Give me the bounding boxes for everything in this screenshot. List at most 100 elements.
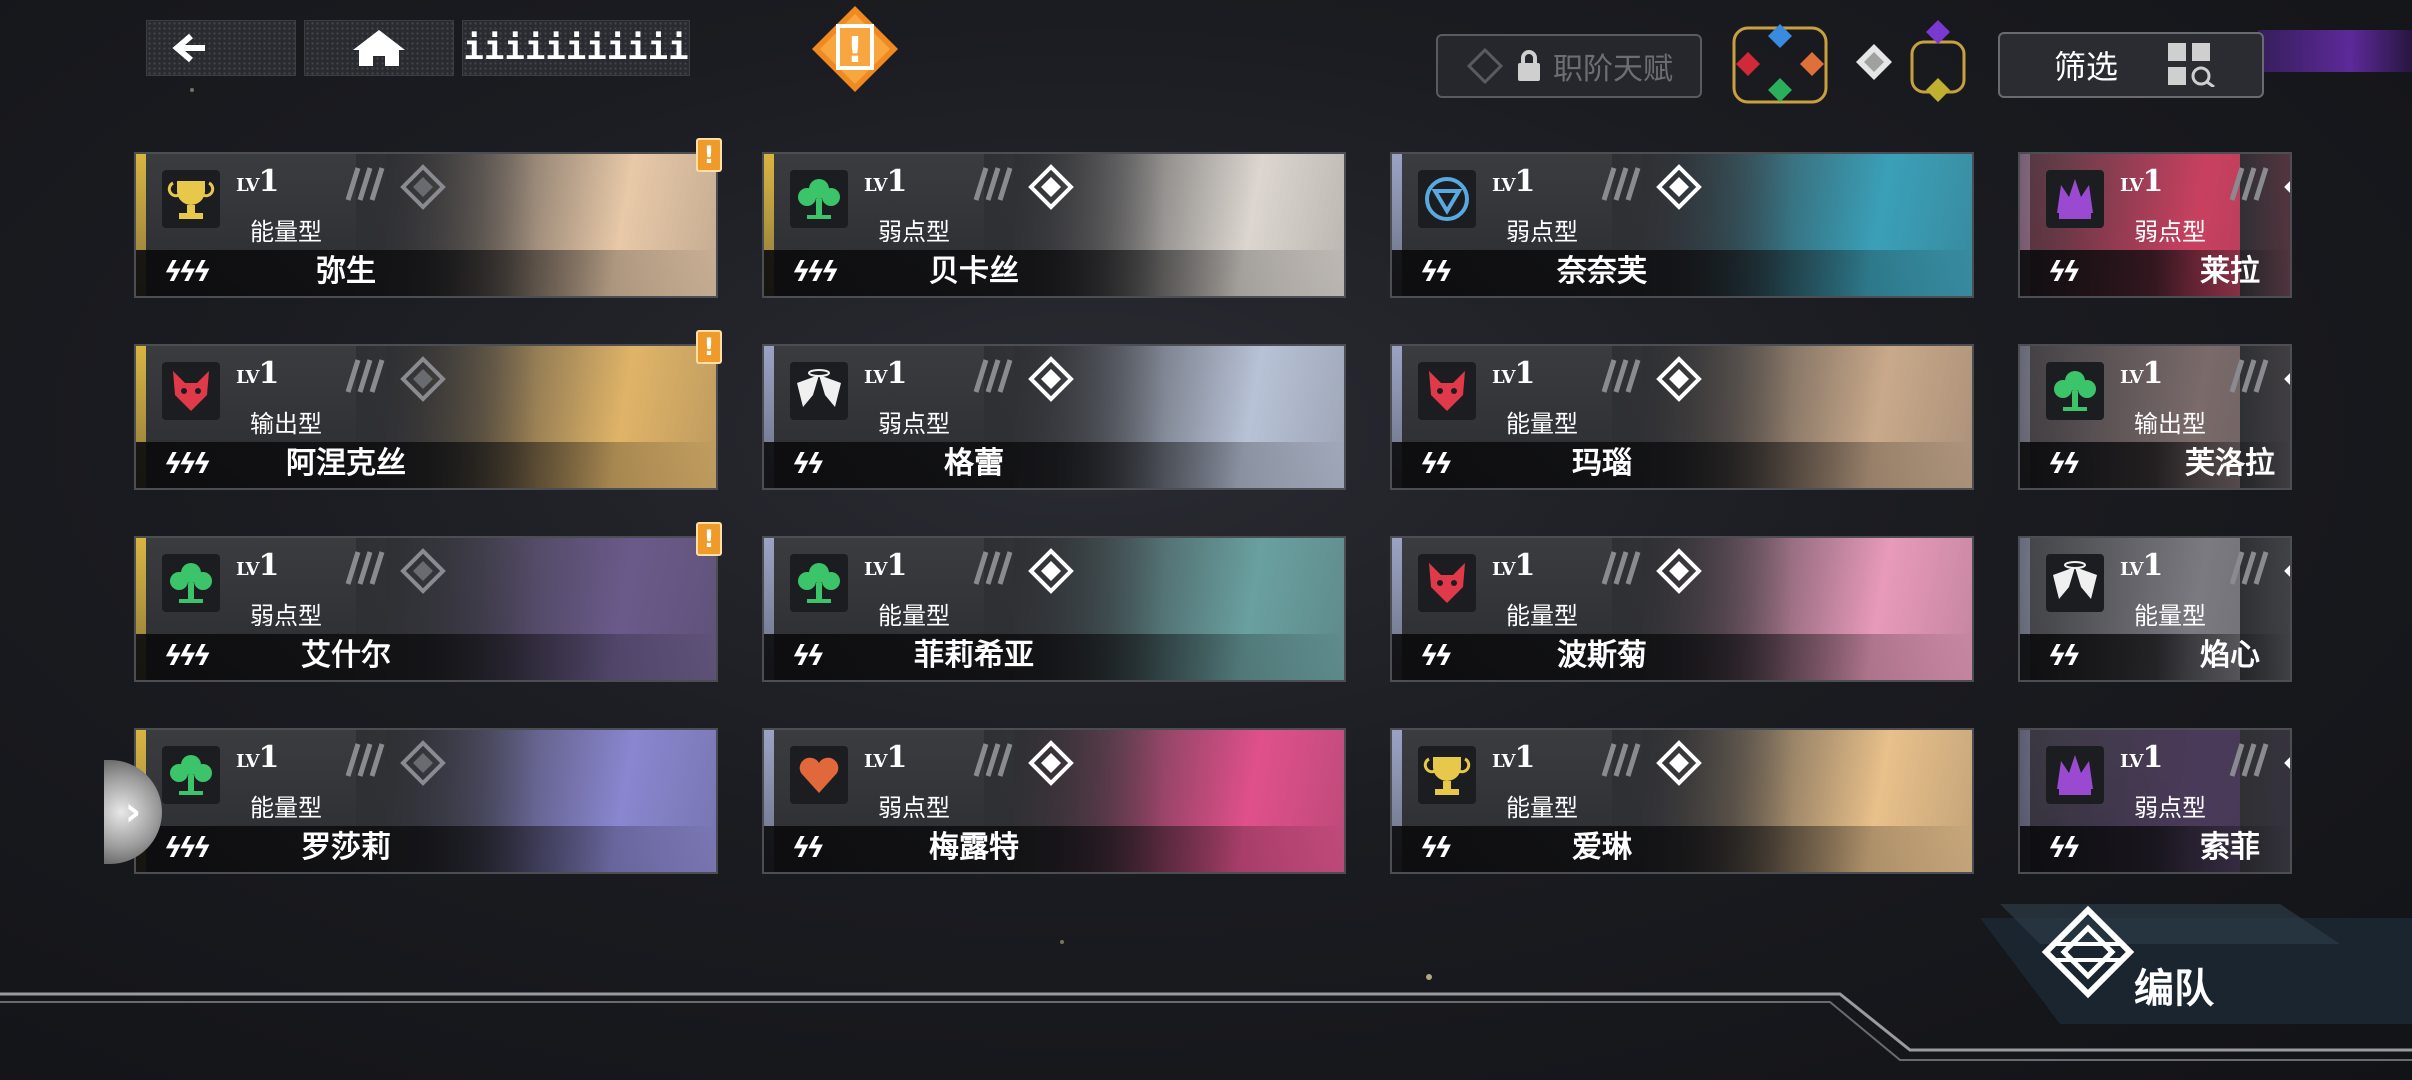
level-prefix: LV <box>1492 175 1515 196</box>
character-type: 输出型 <box>2134 410 2206 438</box>
name-bar <box>764 442 1344 488</box>
character-card[interactable]: LV1 弱点型 ϟϟϟ 贝卡丝 <box>762 152 1346 298</box>
rank-slashes-icon <box>1601 551 1641 585</box>
level-text: LV1 <box>1492 164 1535 199</box>
rank-slashes-icon <box>345 167 385 201</box>
back-button[interactable] <box>146 20 296 76</box>
character-card[interactable]: LV1 能量型 ϟϟ 焰心 <box>2018 536 2292 682</box>
character-type: 能量型 <box>1506 794 1578 822</box>
equipment-diamond-icon <box>400 740 446 786</box>
character-card[interactable]: LV1 弱点型 ϟϟ 梅露特 <box>762 728 1346 874</box>
level-value: 1 <box>886 164 908 199</box>
new-alert-badge: ! <box>696 522 722 556</box>
equipment-diamond-icon <box>2284 373 2290 385</box>
level-value: 1 <box>1514 740 1536 775</box>
equipment-diamond-icon <box>1028 548 1074 594</box>
rank-slashes-icon <box>2229 743 2269 777</box>
level-value: 1 <box>1514 356 1536 391</box>
character-card[interactable]: LV1 弱点型 ϟϟϟ 艾什尔 <box>134 536 718 682</box>
character-type: 能量型 <box>1506 602 1578 630</box>
notification-alert-icon[interactable]: ! <box>810 4 900 94</box>
character-type: 弱点型 <box>2134 794 2206 822</box>
class-wings-icon <box>790 362 848 420</box>
rank-slashes-icon <box>973 743 1013 777</box>
lightning-rank-icon: ϟϟϟ <box>164 255 211 288</box>
lightning-rank-icon: ϟϟ <box>792 447 825 480</box>
class-tree-icon <box>162 746 220 804</box>
equipment-diamond-icon <box>400 164 446 210</box>
filter-button[interactable]: 筛选 <box>1998 32 2264 98</box>
character-name: 爱琳 <box>1572 830 1632 865</box>
lightning-rank-icon: ϟϟϟ <box>164 447 211 480</box>
name-bar <box>136 634 716 680</box>
level-text: LV1 <box>864 740 908 775</box>
character-card[interactable]: LV1 弱点型 ϟϟ 索菲 <box>2018 728 2292 874</box>
class-talent-button[interactable]: 职阶天赋 <box>1436 34 1702 98</box>
level-value: 1 <box>2142 164 2164 199</box>
character-card[interactable]: LV1 能量型 ϟϟ 玛瑙 <box>1390 344 1974 490</box>
character-name: 芙洛拉 <box>2185 446 2275 481</box>
background-speck <box>1060 940 1064 944</box>
character-type: 弱点型 <box>1506 218 1578 246</box>
level-prefix: LV <box>236 559 259 580</box>
home-icon <box>353 30 405 66</box>
character-card[interactable]: LV1 输出型 ϟϟϟ 阿涅克丝 <box>134 344 718 490</box>
character-card[interactable]: LV1 能量型 ϟϟϟ 弥生 <box>134 152 718 298</box>
equipment-diamond-icon <box>1656 356 1702 402</box>
decorative-strip <box>2258 30 2412 72</box>
character-card[interactable]: LV1 能量型 ϟϟϟ 罗莎莉 <box>134 728 718 874</box>
level-value: 1 <box>258 164 280 199</box>
character-card[interactable]: LV1 能量型 ϟϟ 波斯菊 <box>1390 536 1974 682</box>
dark-gold-gems-icon[interactable] <box>1908 18 1968 108</box>
level-prefix: LV <box>236 175 259 196</box>
name-bar <box>764 826 1344 872</box>
character-card[interactable]: LV1 能量型 ϟϟ 爱琳 <box>1390 728 1974 874</box>
level-text: LV1 <box>236 740 279 775</box>
lightning-rank-icon: ϟϟϟ <box>164 639 211 672</box>
character-card[interactable]: LV1 弱点型 ϟϟ 奈奈芙 <box>1390 152 1974 298</box>
level-text: LV1 <box>1492 548 1536 583</box>
rank-slashes-icon <box>973 359 1013 393</box>
element-gems-icon[interactable] <box>1730 22 1830 108</box>
lightning-rank-icon: ϟϟϟ <box>792 255 839 288</box>
home-button[interactable] <box>304 20 454 76</box>
character-type: 能量型 <box>250 794 322 822</box>
lightning-rank-icon: ϟϟ <box>1420 255 1453 288</box>
character-type: 弱点型 <box>878 794 950 822</box>
character-type: 能量型 <box>1506 410 1578 438</box>
class-wings-icon <box>2046 554 2104 612</box>
class-wolf-icon <box>1418 362 1476 420</box>
level-prefix: LV <box>1492 751 1515 772</box>
level-value: 1 <box>886 740 908 775</box>
character-card[interactable]: LV1 弱点型 ϟϟ 格蕾 <box>762 344 1346 490</box>
page-tab[interactable]: iiiiiiiiiii <box>462 20 690 76</box>
character-type: 弱点型 <box>878 218 950 246</box>
class-tree-icon <box>790 554 848 612</box>
level-prefix: LV <box>864 367 887 388</box>
talent-label: 职阶天赋 <box>1553 52 1673 87</box>
class-trophy-icon <box>162 170 220 228</box>
name-bar <box>1392 634 1972 680</box>
page-tab-label: iiiiiiiiiii <box>463 28 689 68</box>
rank-slashes-icon <box>1601 167 1641 201</box>
level-text: LV1 <box>236 164 280 199</box>
character-card[interactable]: LV1 输出型 ϟϟ 芙洛拉 <box>2018 344 2292 490</box>
level-value: 1 <box>2142 356 2164 391</box>
lightning-rank-icon: ϟϟ <box>2048 447 2081 480</box>
rank-slashes-icon <box>2229 551 2269 585</box>
white-gem-icon[interactable] <box>1852 40 1896 84</box>
level-prefix: LV <box>236 367 259 388</box>
character-card[interactable]: LV1 能量型 ϟϟ 菲莉希亚 <box>762 536 1346 682</box>
lightning-rank-icon: ϟϟ <box>1420 639 1453 672</box>
character-name: 贝卡丝 <box>929 254 1019 289</box>
equipment-diamond-icon <box>1028 356 1074 402</box>
level-value: 1 <box>1514 548 1536 583</box>
equipment-diamond-icon <box>2284 181 2290 193</box>
character-card[interactable]: LV1 弱点型 ϟϟ 莱拉 <box>2018 152 2292 298</box>
team-label[interactable]: 编队 <box>2134 956 2214 1014</box>
rank-slashes-icon <box>1601 743 1641 777</box>
lightning-rank-icon: ϟϟ <box>1420 831 1453 864</box>
character-type: 能量型 <box>878 602 950 630</box>
class-tree-icon <box>162 554 220 612</box>
level-value: 1 <box>258 356 280 391</box>
